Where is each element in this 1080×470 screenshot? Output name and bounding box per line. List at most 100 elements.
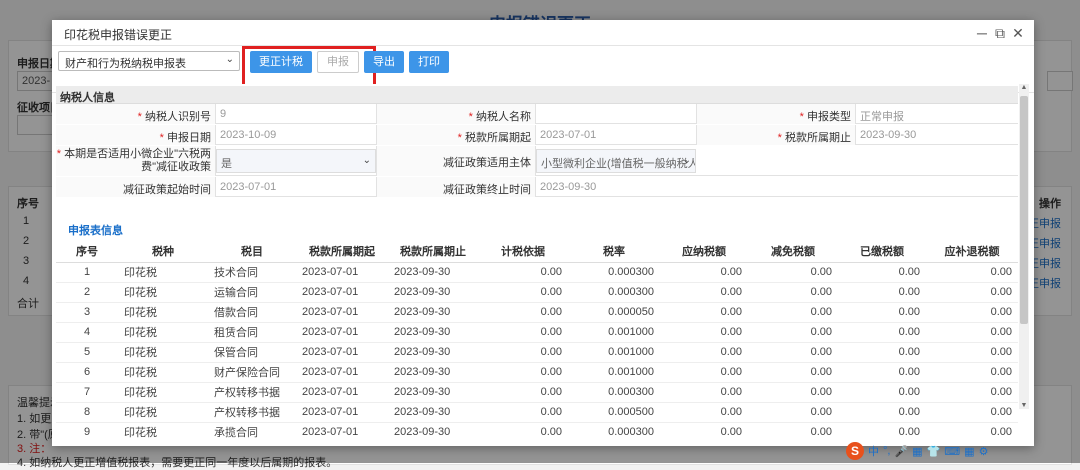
cell-rate: 0.000300	[568, 422, 660, 440]
column-header: 计税依据	[478, 240, 568, 263]
cell-basis: 0.00	[478, 302, 568, 323]
cell-paid: 0.00	[838, 362, 926, 383]
report-type-value: 财产和行为税纳税申报表	[65, 58, 186, 70]
cell-relief: 0.00	[748, 262, 838, 283]
cell-start: 2023-07-01	[296, 282, 388, 303]
cell-basis: 0.00	[478, 422, 568, 440]
info-row: 减征政策起始时间 2023-07-01 减征政策终止时间 2023-09-30	[56, 177, 1018, 197]
cell-refund: 0.00	[926, 302, 1018, 323]
cell-payable: 0.00	[660, 382, 748, 403]
cell-seq: 1	[56, 262, 118, 283]
cell-basis: 0.00	[478, 382, 568, 403]
microphone-icon[interactable]: 🎤	[894, 445, 908, 458]
cell-paid: 0.00	[838, 302, 926, 323]
cell-start: 2023-07-01	[296, 382, 388, 403]
relief-subject-select[interactable]: 小型微利企业(增值税一般纳税人 ⌄	[536, 149, 696, 173]
ime-logo-icon[interactable]: S	[846, 442, 864, 460]
cell-payable: 0.00	[660, 422, 748, 440]
cell-refund: 0.00	[926, 402, 1018, 423]
cell-relief: 0.00	[748, 402, 838, 423]
relief-start-value: 2023-07-01	[220, 181, 277, 193]
cell-basis: 0.00	[478, 362, 568, 383]
cell-paid: 0.00	[838, 342, 926, 363]
cell-item: 运输合同	[208, 282, 296, 303]
cell-relief: 0.00	[748, 322, 838, 343]
close-icon[interactable]: ✕	[1010, 25, 1026, 41]
cell-rate: 0.001000	[568, 362, 660, 383]
cell-tax-type: 印花税	[118, 342, 208, 363]
cell-seq: 3	[56, 302, 118, 323]
scroll-up-icon[interactable]: ▲	[1019, 84, 1029, 91]
cell-end: 2023-09-30	[388, 322, 478, 343]
cell-basis: 0.00	[478, 402, 568, 423]
cell-refund: 0.00	[926, 362, 1018, 383]
cell-relief: 0.00	[748, 302, 838, 323]
declare-type-value: 正常申报	[860, 111, 904, 123]
maximize-icon[interactable]: ⧉	[992, 25, 1008, 41]
column-header: 已缴税额	[838, 240, 926, 263]
info-row: * 纳税人识别号 9 * 纳税人名称 * 申报类型 正常申报	[56, 104, 1018, 124]
print-button[interactable]: 打印	[409, 51, 449, 73]
cell-end: 2023-09-30	[388, 382, 478, 403]
keyboard-icon[interactable]: ⌨	[944, 445, 960, 458]
cell-basis: 0.00	[478, 282, 568, 303]
toolbox-icon[interactable]: ▦	[964, 445, 974, 458]
table-row: 6 印花税 财产保险合同 2023-07-01 2023-09-30 0.00 0.0010…	[56, 362, 1018, 383]
table-row: 8 印花税 产权转移书据 2023-07-01 2023-09-30 0.00 0.0005…	[56, 402, 1018, 423]
minimize-icon[interactable]: ─	[974, 25, 990, 41]
cell-basis: 0.00	[478, 342, 568, 363]
table-row: 2 印花税 运输合同 2023-07-01 2023-09-30 0.00 0.000300…	[56, 282, 1018, 303]
cell-payable: 0.00	[660, 342, 748, 363]
cell-payable: 0.00	[660, 262, 748, 283]
cell-end: 2023-09-30	[388, 282, 478, 303]
settings-icon[interactable]: ⚙	[979, 445, 989, 458]
cell-relief: 0.00	[748, 342, 838, 363]
cell-tax-type: 印花税	[118, 382, 208, 403]
cell-paid: 0.00	[838, 402, 926, 423]
cell-end: 2023-09-30	[388, 402, 478, 423]
report-type-select[interactable]: 财产和行为税纳税申报表 ⌄	[58, 51, 240, 71]
cell-item: 技术合同	[208, 262, 296, 283]
table-row: 9 印花税 承揽合同 2023-07-01 2023-09-30 0.00 0.000300…	[56, 422, 1018, 440]
cell-refund: 0.00	[926, 382, 1018, 403]
export-button[interactable]: 导出	[364, 51, 404, 73]
cell-relief: 0.00	[748, 422, 838, 440]
cell-paid: 0.00	[838, 382, 926, 403]
cell-paid: 0.00	[838, 282, 926, 303]
keyboard-grid-icon[interactable]: ▦	[912, 445, 922, 458]
small-biz-select[interactable]: 是 ⌄	[216, 149, 376, 173]
cell-paid: 0.00	[838, 322, 926, 343]
relief-start-label: 减征政策起始时间	[56, 177, 216, 197]
scroll-thumb[interactable]	[1020, 96, 1028, 324]
dialog-scrollbar[interactable]: ▲ ▼	[1019, 84, 1029, 409]
cell-start: 2023-07-01	[296, 342, 388, 363]
cell-basis: 0.00	[478, 322, 568, 343]
cell-refund: 0.00	[926, 342, 1018, 363]
correct-tax-button[interactable]: 更正计税	[250, 51, 312, 73]
scroll-down-icon[interactable]: ▼	[1019, 402, 1029, 409]
cell-seq: 7	[56, 382, 118, 403]
taxpayer-id-label: * 纳税人识别号	[56, 104, 216, 124]
cell-payable: 0.00	[660, 302, 748, 323]
cell-item: 承揽合同	[208, 422, 296, 440]
dialog-content: 纳税人信息 * 纳税人识别号 9 * 纳税人名称 * 申报类型 正常申报 * 申…	[56, 84, 1018, 440]
cell-seq: 6	[56, 362, 118, 383]
cell-paid: 0.00	[838, 262, 926, 283]
ime-lang-toggle[interactable]: 中	[868, 443, 879, 459]
declare-date-label: * 申报日期	[56, 125, 216, 145]
skin-icon[interactable]: 👕	[927, 445, 941, 458]
taxpayer-id-value: 9	[220, 108, 227, 120]
cell-relief: 0.00	[748, 382, 838, 403]
info-row: * 申报日期 2023-10-09 * 税款所属期起 2023-07-01 * …	[56, 125, 1018, 145]
cell-refund: 0.00	[926, 422, 1018, 440]
cell-seq: 4	[56, 322, 118, 343]
cell-tax-type: 印花税	[118, 282, 208, 303]
ime-punct-icon[interactable]: °,	[883, 445, 890, 457]
cell-seq: 8	[56, 402, 118, 423]
relief-subject-label: 减征政策适用主体	[376, 146, 536, 176]
declare-button[interactable]: 申报	[317, 51, 359, 73]
chevron-down-icon: ⌄	[225, 54, 234, 65]
table-row: 1 印花税 技术合同 2023-07-01 2023-09-30 0.00 0.000300…	[56, 262, 1018, 283]
cell-tax-type: 印花税	[118, 262, 208, 283]
cell-start: 2023-07-01	[296, 402, 388, 423]
